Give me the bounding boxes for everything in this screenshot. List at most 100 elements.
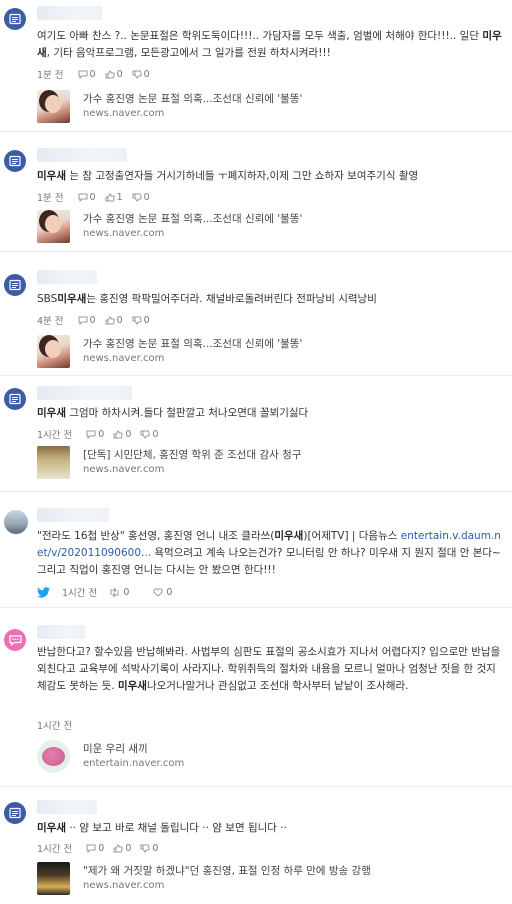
feed-post: 미우새 는 참 고정출연자들 거시기하네들 ㅜ폐지하자,이제 그만 쇼하자 보여… <box>0 142 512 252</box>
tweet-meta: 1시간 전 0 0 <box>37 585 196 599</box>
card-thumbnail <box>37 209 70 243</box>
like-count[interactable]: 0 <box>105 315 123 326</box>
link-card[interactable]: 미운 우리 새끼 entertain.naver.com <box>37 738 184 774</box>
post-time[interactable]: 1시간 전 <box>37 427 72 441</box>
dislike-count[interactable]: 0 <box>132 69 150 80</box>
dislike-count[interactable]: 0 <box>140 429 158 440</box>
link-card[interactable]: "제가 왜 거짓말 하겠냐"던 홍진영, 표절 인정 하루 만에 방송 강행 n… <box>37 860 371 896</box>
post-meta: 1시간 전 0 0 0 <box>37 841 167 856</box>
comment-icon <box>86 430 96 439</box>
post-time[interactable]: 1시간 전 <box>37 841 72 855</box>
twitter-icon[interactable] <box>37 586 50 598</box>
post-meta: 1분 전 0 1 0 <box>37 190 159 205</box>
post-meta: 1시간 전 0 0 0 <box>37 427 167 442</box>
feed-post: 반납한다고? 할수있음 반납해봐라. 사법부의 심판도 표절의 공소시효가 지나… <box>0 617 512 787</box>
thumbs-down-icon <box>132 70 142 79</box>
heart-icon <box>153 587 164 597</box>
thumbs-up-icon <box>105 192 115 201</box>
comment-count[interactable]: 0 <box>86 843 104 854</box>
post-time[interactable]: 1분 전 <box>37 190 64 204</box>
post-time[interactable]: 4분 전 <box>37 313 64 327</box>
heart-count[interactable]: 0 <box>153 587 184 598</box>
link-card[interactable]: [단독] 시민단체, 홍진영 학위 준 조선대 감사 청구 news.naver… <box>37 444 301 480</box>
like-count[interactable]: 0 <box>105 69 123 80</box>
card-title[interactable]: 가수 홍진영 논문 표절 의혹...조선대 신뢰에 '불똥' <box>83 92 302 107</box>
comment-icon <box>78 193 88 202</box>
card-domain: news.naver.com <box>83 227 165 239</box>
user-avatar[interactable] <box>4 510 28 534</box>
blog-avatar-icon[interactable] <box>4 8 26 30</box>
blog-avatar-icon[interactable] <box>4 388 26 410</box>
card-title[interactable]: 가수 홍진영 논문 표절 의혹...조선대 신뢰에 '불똥' <box>83 212 302 227</box>
comment-count[interactable]: 0 <box>78 315 96 326</box>
post-text: 여기도 아빠 찬스 ?.. 논문표절은 학위도둑이다!!!.. 가담자를 모두 … <box>37 30 502 59</box>
feed-post: "전라도 16첩 반상" 홍선영, 홍진영 언니 내조 클라쓰(미우새)[어제T… <box>0 502 512 608</box>
author-name-blurred[interactable] <box>37 508 109 522</box>
post-time[interactable]: 1시간 전 <box>62 585 97 599</box>
card-title[interactable]: 가수 홍진영 논문 표절 의혹...조선대 신뢰에 '불똥' <box>83 337 302 352</box>
thumbs-down-icon <box>140 844 151 853</box>
chat-bubble-avatar-icon[interactable] <box>4 629 26 651</box>
like-count[interactable]: 0 <box>113 843 131 854</box>
author-name-blurred[interactable] <box>37 148 127 162</box>
thumbs-down-icon <box>132 193 142 202</box>
thumbs-up-icon <box>105 315 115 324</box>
author-name-blurred[interactable] <box>37 270 97 284</box>
card-domain: entertain.naver.com <box>83 757 185 769</box>
comment-count[interactable]: 0 <box>78 69 96 80</box>
feed-post: 여기도 아빠 찬스 ?.. 논문표절은 학위도둑이다!!!.. 가담자를 모두 … <box>0 0 512 132</box>
card-domain: news.naver.com <box>83 107 165 119</box>
blog-avatar-icon[interactable] <box>4 150 26 172</box>
post-text: "전라도 16첩 반상" 홍선영, 홍진영 언니 내조 클라쓰(미우새)[어제T… <box>37 530 501 576</box>
retweet-icon <box>110 587 119 597</box>
post-meta: 1시간 전 <box>37 718 86 732</box>
post-text: 미우새 그엄마 하차시켜.들다 철판깔고 처나오면대 꼴뵈기싫다 <box>37 407 309 419</box>
card-thumbnail <box>37 861 70 895</box>
post-text: SBS미우새는 홍진영 팍팍밀어주더라. 채널바로돌려버린다 전파낭비 시력낭비 <box>37 293 377 305</box>
card-thumbnail <box>37 334 70 368</box>
like-count[interactable]: 1 <box>105 192 123 203</box>
social-feed: 여기도 아빠 찬스 ?.. 논문표절은 학위도둑이다!!!.. 가담자를 모두 … <box>0 0 512 904</box>
feed-post: 미우새 ·· 얌 보고 바로 채널 돌립니다 ·· 얌 보면 됩니다 ·· 1시… <box>0 794 512 904</box>
post-text: 미우새 는 참 고정출연자들 거시기하네들 ㅜ폐지하자,이제 그만 쇼하자 보여… <box>37 170 419 182</box>
blog-avatar-icon[interactable] <box>4 274 26 296</box>
card-title[interactable]: 미운 우리 새끼 <box>83 742 184 757</box>
post-time[interactable]: 1시간 전 <box>37 718 72 732</box>
thumbs-up-icon <box>105 69 115 78</box>
post-meta: 4분 전 0 0 0 <box>37 313 159 328</box>
author-name-blurred[interactable] <box>37 386 132 400</box>
thumbs-up-icon <box>113 429 124 438</box>
post-meta: 1분 전 0 0 0 <box>37 67 159 82</box>
card-domain: news.naver.com <box>83 352 165 364</box>
link-card[interactable]: 가수 홍진영 논문 표절 의혹...조선대 신뢰에 '불똥' news.nave… <box>37 333 302 369</box>
link-card[interactable]: 가수 홍진영 논문 표절 의혹...조선대 신뢰에 '불똥' news.nave… <box>37 88 302 124</box>
card-domain: news.naver.com <box>83 879 165 891</box>
card-title[interactable]: [단독] 시민단체, 홍진영 학위 준 조선대 감사 청구 <box>83 448 301 463</box>
post-text: 미우새 ·· 얌 보고 바로 채널 돌립니다 ·· 얌 보면 됩니다 ·· <box>37 822 287 834</box>
author-name-blurred[interactable] <box>37 625 85 639</box>
card-thumbnail <box>37 739 70 773</box>
card-title[interactable]: "제가 왜 거짓말 하겠냐"던 홍진영, 표절 인정 하루 만에 방송 강행 <box>83 864 371 879</box>
comment-count[interactable]: 0 <box>78 192 96 203</box>
retweet-count[interactable]: 0 <box>109 587 141 598</box>
dislike-count[interactable]: 0 <box>140 843 158 854</box>
like-count[interactable]: 0 <box>113 429 131 440</box>
comment-count[interactable]: 0 <box>86 429 104 440</box>
author-name-blurred[interactable] <box>37 6 102 20</box>
card-domain: news.naver.com <box>83 463 165 475</box>
thumbs-up-icon <box>113 843 124 852</box>
dislike-count[interactable]: 0 <box>132 192 150 203</box>
author-name-blurred[interactable] <box>37 800 97 814</box>
link-card[interactable]: 가수 홍진영 논문 표절 의혹...조선대 신뢰에 '불똥' news.nave… <box>37 208 302 244</box>
comment-icon <box>86 844 96 853</box>
feed-post: 미우새 그엄마 하차시켜.들다 철판깔고 처나오면대 꼴뵈기싫다 1시간 전 0… <box>0 380 512 492</box>
blog-avatar-icon[interactable] <box>4 802 26 824</box>
card-thumbnail <box>37 89 70 123</box>
feed-post: SBS미우새는 홍진영 팍팍밀어주더라. 채널바로돌려버린다 전파낭비 시력낭비… <box>0 262 512 376</box>
thumbs-down-icon <box>132 316 142 325</box>
post-time[interactable]: 1분 전 <box>37 67 64 81</box>
comment-icon <box>78 316 88 325</box>
comment-icon <box>78 70 88 79</box>
dislike-count[interactable]: 0 <box>132 315 150 326</box>
thumbs-down-icon <box>140 430 151 439</box>
